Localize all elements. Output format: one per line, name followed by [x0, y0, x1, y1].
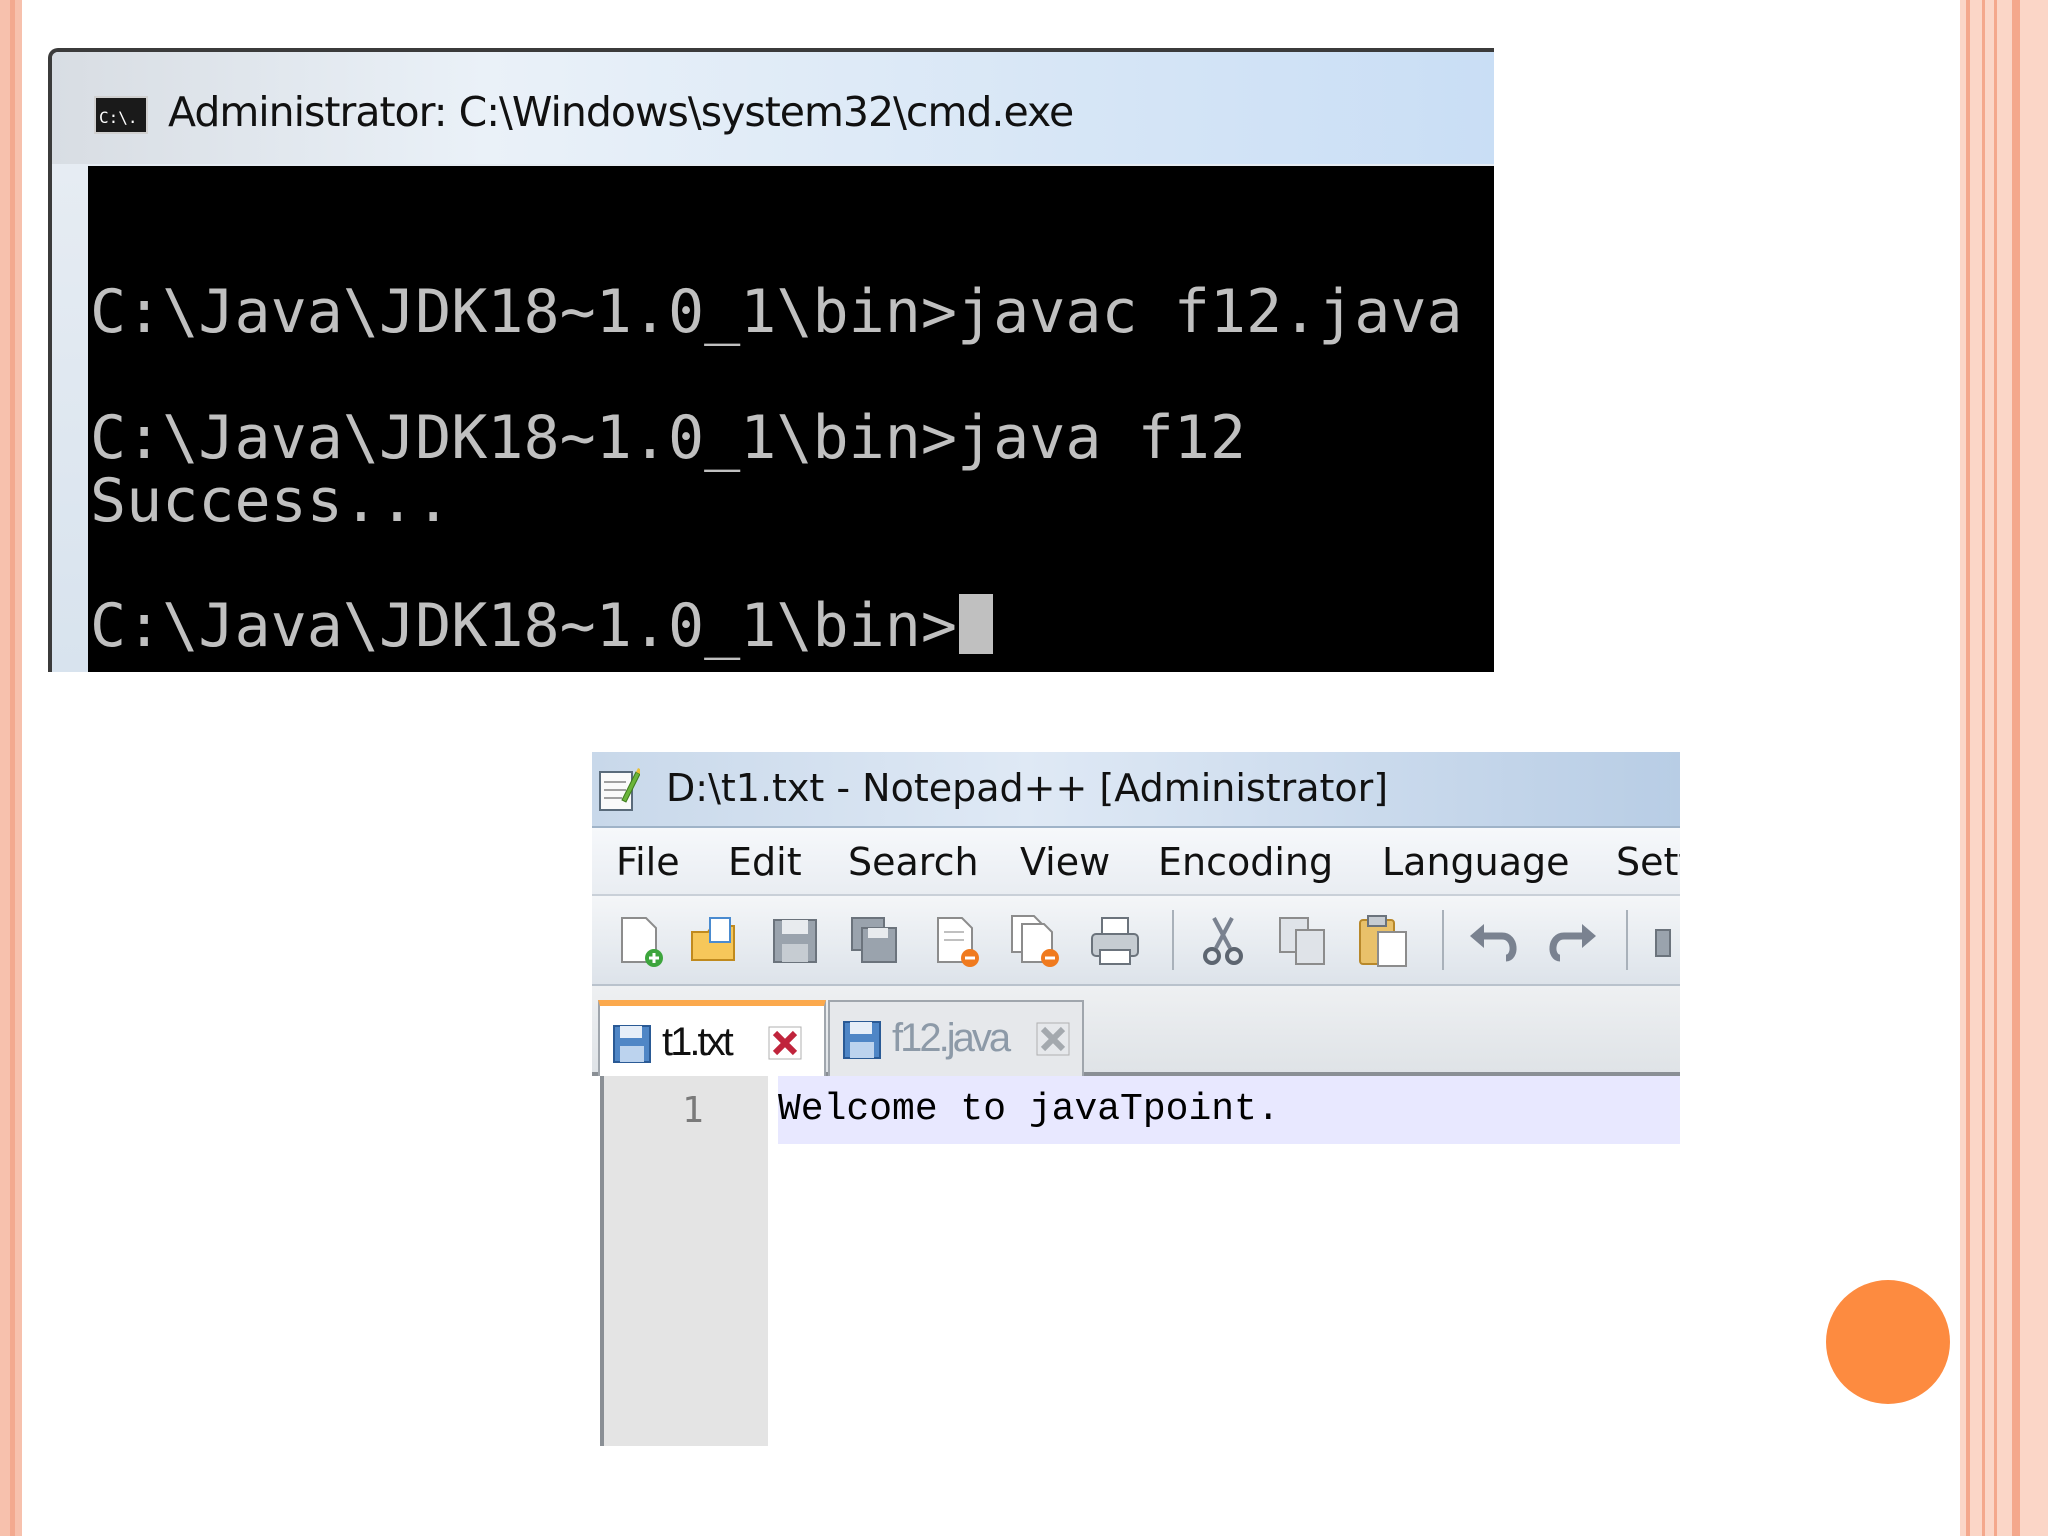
toolbar-separator	[1172, 910, 1174, 970]
tab-close-icon[interactable]	[1036, 1022, 1070, 1056]
notepadpp-titlebar[interactable]: D:\t1.txt - Notepad++ [Administrator]	[592, 752, 1680, 828]
cmd-window-title: Administrator: C:\Windows\system32\cmd.e…	[168, 88, 1074, 136]
tab-t1-txt[interactable]: t1.txt	[598, 1000, 826, 1076]
console-cursor	[958, 594, 993, 654]
open-file-icon[interactable]	[688, 914, 742, 968]
menu-search[interactable]: Search	[848, 840, 979, 884]
menu-bar: File Edit Search View Encoding Language …	[592, 828, 1680, 896]
file-saved-icon	[843, 1021, 881, 1059]
line-number-gutter: 1	[600, 1076, 768, 1446]
line-number: 1	[682, 1090, 704, 1131]
console-prompt-line: C:\Java\JDK18~1.0_1\bin>	[90, 594, 993, 658]
notepadpp-app-icon	[599, 768, 640, 811]
cmd-app-icon: C:\.	[94, 96, 148, 134]
paste-icon[interactable]	[1356, 914, 1410, 968]
slide-accent-dot	[1826, 1280, 1950, 1404]
editor-text-line[interactable]: Welcome to javaTpoint.	[778, 1088, 1280, 1131]
menu-view[interactable]: View	[1020, 840, 1110, 884]
cmd-titlebar[interactable]: C:\. Administrator: C:\Windows\system32\…	[52, 52, 1494, 164]
tab-f12-java[interactable]: f12.java	[828, 1000, 1084, 1076]
tab-label: f12.java	[892, 1016, 1011, 1060]
menu-encoding[interactable]: Encoding	[1158, 840, 1333, 884]
slide-left-border-line	[10, 0, 15, 1536]
file-saved-icon	[613, 1025, 651, 1063]
tab-label: t1.txt	[662, 1020, 734, 1064]
menu-file[interactable]: File	[616, 840, 680, 884]
menu-edit[interactable]: Edit	[728, 840, 802, 884]
toolbar-separator	[1626, 910, 1628, 970]
cut-icon[interactable]	[1196, 914, 1250, 968]
console-line: C:\Java\JDK18~1.0_1\bin>javac f12.java	[90, 277, 1463, 347]
print-icon[interactable]	[1088, 914, 1142, 968]
tab-close-icon[interactable]	[768, 1026, 802, 1060]
menu-settings[interactable]: Sett	[1616, 840, 1680, 884]
toolbar-separator	[1442, 910, 1444, 970]
editor[interactable]: 1 Welcome to javaTpoint.	[592, 1076, 1680, 1446]
undo-icon[interactable]	[1466, 914, 1520, 968]
slide-right-border	[1960, 0, 2048, 1536]
console-prompt: C:\Java\JDK18~1.0_1\bin>	[90, 591, 957, 661]
notepadpp-window: D:\t1.txt - Notepad++ [Administrator] Fi…	[592, 752, 1680, 1446]
save-icon[interactable]	[768, 914, 822, 968]
notepadpp-window-title: D:\t1.txt - Notepad++ [Administrator]	[666, 766, 1389, 810]
close-all-icon[interactable]	[1008, 914, 1062, 968]
console-line: C:\Java\JDK18~1.0_1\bin>java f12	[90, 403, 1246, 473]
tab-bar: t1.txt f12.java	[592, 986, 1680, 1076]
cmd-console[interactable]: C:\Java\JDK18~1.0_1\bin>javac f12.java C…	[88, 166, 1494, 672]
new-file-icon[interactable]	[612, 914, 666, 968]
save-all-icon[interactable]	[848, 914, 902, 968]
toolbar	[592, 896, 1680, 986]
console-line: Success...	[90, 466, 452, 536]
menu-language[interactable]: Language	[1382, 840, 1570, 884]
redo-icon[interactable]	[1546, 914, 1600, 968]
copy-icon[interactable]	[1276, 914, 1330, 968]
close-icon[interactable]	[928, 914, 982, 968]
find-icon[interactable]	[1648, 914, 1680, 968]
cmd-window: C:\. Administrator: C:\Windows\system32\…	[48, 48, 1494, 672]
